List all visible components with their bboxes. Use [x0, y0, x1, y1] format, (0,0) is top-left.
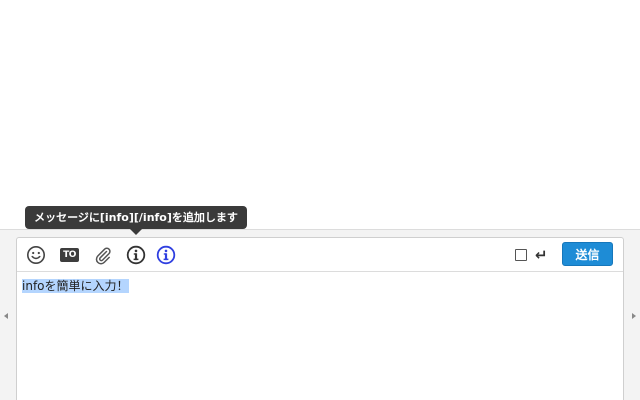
tooltip-arrow: [130, 229, 142, 235]
info-icon[interactable]: [126, 245, 146, 265]
chat-page: メッセージに[info][/info]を追加します TO ↵ 送信 infoを簡…: [0, 0, 640, 400]
message-input[interactable]: infoを簡単に入力！: [17, 272, 623, 400]
scroll-left-icon[interactable]: [4, 313, 8, 319]
info-tooltip: メッセージに[info][/info]を追加します: [25, 206, 247, 229]
scroll-right-icon[interactable]: [632, 313, 636, 319]
message-text: infoを簡単に入力！: [22, 279, 129, 293]
attach-icon[interactable]: [93, 245, 113, 265]
send-button[interactable]: 送信: [562, 242, 613, 266]
compose-box: TO ↵ 送信 infoを簡単に入力！: [16, 237, 624, 400]
to-icon[interactable]: TO: [60, 248, 79, 262]
enter-to-send-checkbox[interactable]: [515, 249, 527, 261]
enter-icon: ↵: [535, 246, 548, 264]
emoji-icon[interactable]: [26, 245, 46, 265]
timeline-area: [0, 0, 640, 229]
info-tag-icon[interactable]: [156, 245, 176, 265]
compose-toolbar: TO ↵ 送信: [17, 238, 623, 272]
